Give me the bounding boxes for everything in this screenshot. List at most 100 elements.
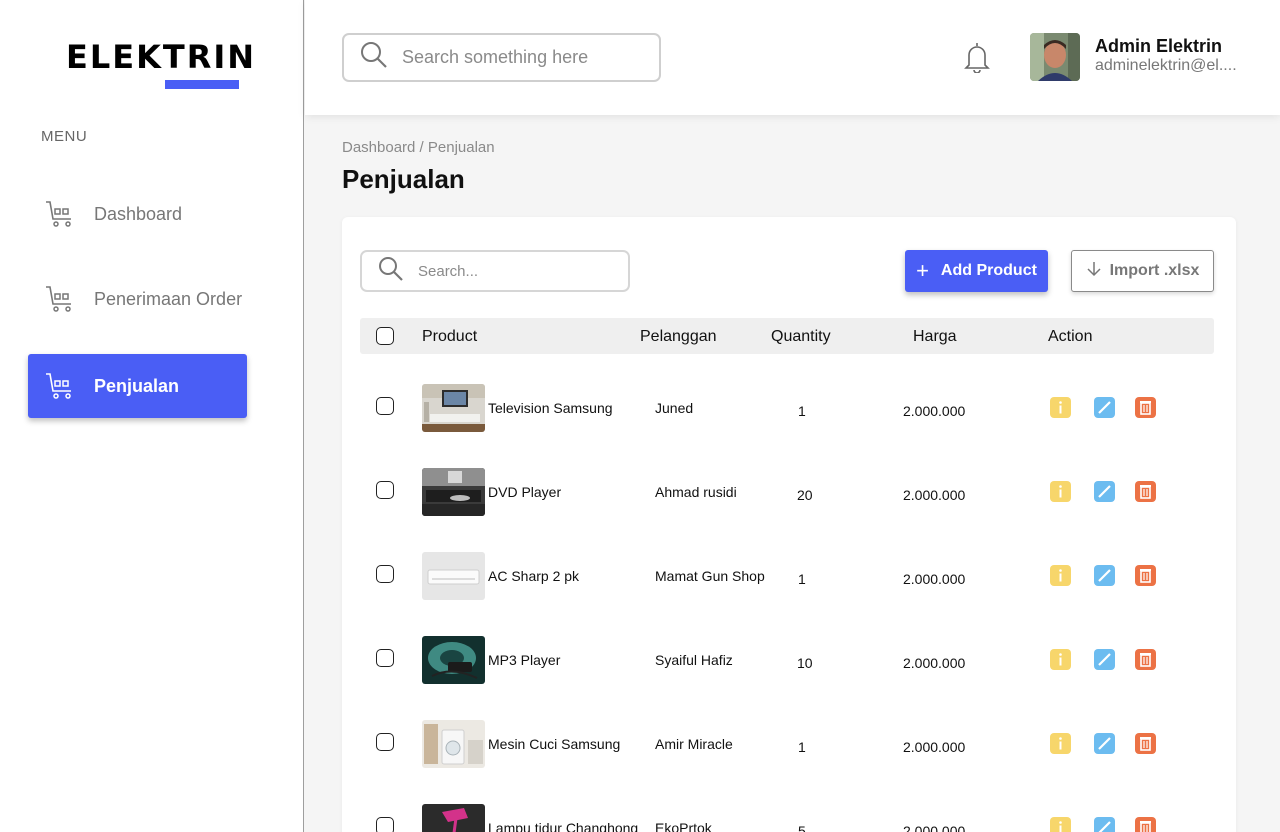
menu-title: MENU — [41, 128, 88, 145]
product-thumbnail — [422, 720, 485, 768]
edit-button[interactable] — [1094, 481, 1115, 502]
delete-button[interactable] — [1135, 481, 1156, 502]
sidebar-item-dashboard[interactable]: Dashboard — [28, 182, 247, 246]
breadcrumb: Dashboard / Penjualan — [342, 139, 495, 156]
info-icon — [1059, 737, 1062, 750]
sales-table-card: + Add Product Import .xlsx Product Pelan… — [342, 217, 1236, 832]
delete-button[interactable] — [1135, 733, 1156, 754]
sidebar-item-penjualan[interactable]: Penjualan — [28, 354, 247, 418]
quantity-value: 1 — [798, 403, 806, 419]
column-header-quantity[interactable]: Quantity — [771, 328, 831, 346]
row-checkbox[interactable] — [376, 733, 394, 751]
price-value: 2.000.000 — [903, 487, 966, 503]
delete-button[interactable] — [1135, 817, 1156, 832]
info-button[interactable] — [1050, 565, 1071, 586]
info-icon — [1059, 485, 1062, 498]
table-row: AC Sharp 2 pk Mamat Gun Shop 1 2.000.000 — [360, 532, 1214, 616]
search-icon — [378, 256, 404, 287]
edit-button[interactable] — [1094, 397, 1115, 418]
edit-button[interactable] — [1094, 817, 1115, 832]
table-row: Lampu tidur Changhong EkoPrtok 5 2.000.0… — [360, 784, 1214, 832]
edit-button[interactable] — [1094, 649, 1115, 670]
pencil-icon — [1098, 737, 1111, 750]
trash-icon — [1140, 485, 1151, 499]
sidebar: ELEKTRIN MENU Dashboard Penerimaan Order… — [0, 0, 304, 832]
pencil-icon — [1098, 485, 1111, 498]
pencil-icon — [1098, 653, 1111, 666]
sidebar-item-label: Penerimaan Order — [94, 288, 243, 309]
row-checkbox[interactable] — [376, 397, 394, 415]
row-checkbox[interactable] — [376, 649, 394, 667]
info-button[interactable] — [1050, 733, 1071, 754]
sidebar-item-penerimaan-order[interactable]: Penerimaan Order — [28, 267, 247, 331]
global-search-input[interactable] — [402, 47, 642, 68]
delete-button[interactable] — [1135, 565, 1156, 586]
table-search[interactable] — [360, 250, 630, 292]
customer-name: Amir Miracle — [655, 736, 733, 752]
table-row: Mesin Cuci Samsung Amir Miracle 1 2.000.… — [360, 700, 1214, 784]
select-all-checkbox[interactable] — [376, 327, 394, 345]
customer-name: Ahmad rusidi — [655, 484, 737, 500]
row-checkbox[interactable] — [376, 565, 394, 583]
table-search-input[interactable] — [418, 262, 608, 280]
cart-icon — [44, 200, 76, 228]
info-button[interactable] — [1050, 397, 1071, 418]
edit-button[interactable] — [1094, 565, 1115, 586]
product-thumbnail — [422, 636, 485, 684]
trash-icon — [1140, 569, 1151, 583]
trash-icon — [1140, 821, 1151, 832]
price-value: 2.000.000 — [903, 823, 966, 832]
cart-icon — [44, 372, 76, 400]
info-icon — [1059, 821, 1062, 832]
cart-icon — [44, 285, 76, 313]
info-icon — [1059, 401, 1062, 414]
search-icon — [360, 41, 388, 74]
trash-icon — [1140, 401, 1151, 415]
column-header-product[interactable]: Product — [422, 328, 477, 346]
table-row: MP3 Player Syaiful Hafiz 10 2.000.000 — [360, 616, 1214, 700]
row-checkbox[interactable] — [376, 817, 394, 832]
plus-icon: + — [916, 258, 929, 283]
trash-icon — [1140, 653, 1151, 667]
product-name: Mesin Cuci Samsung — [488, 736, 621, 752]
pencil-icon — [1098, 821, 1111, 832]
column-header-harga[interactable]: Harga — [913, 328, 957, 346]
user-name: Admin Elektrin — [1095, 36, 1223, 56]
customer-name: EkoPrtok — [655, 820, 712, 832]
user-email: adminelektrin@el.... — [1095, 57, 1237, 74]
pencil-icon — [1098, 569, 1111, 582]
top-header: Admin Elektrin adminelektrin@el.... — [305, 0, 1280, 115]
customer-name: Mamat Gun Shop — [655, 568, 765, 584]
customer-name: Juned — [655, 400, 694, 416]
table-row: DVD Player Ahmad rusidi 20 2.000.000 — [360, 448, 1214, 532]
row-checkbox[interactable] — [376, 481, 394, 499]
price-value: 2.000.000 — [903, 571, 966, 587]
quantity-value: 1 — [798, 739, 806, 755]
import-xlsx-button[interactable]: Import .xlsx — [1071, 250, 1214, 292]
product-thumbnail — [422, 552, 485, 600]
product-name: Television Samsung — [488, 400, 613, 416]
info-button[interactable] — [1050, 817, 1071, 832]
add-product-button[interactable]: + Add Product — [905, 250, 1048, 292]
bell-icon[interactable] — [963, 41, 991, 74]
import-xlsx-label: Import .xlsx — [1109, 262, 1200, 279]
product-name: Lampu tidur Changhong — [488, 820, 639, 832]
info-button[interactable] — [1050, 649, 1071, 670]
page-title: Penjualan — [342, 164, 465, 194]
avatar[interactable] — [1030, 33, 1080, 81]
table-header: Product Pelanggan Quantity Harga Action — [360, 318, 1214, 354]
edit-button[interactable] — [1094, 733, 1115, 754]
quantity-value: 10 — [797, 655, 813, 671]
sidebar-item-label: Penjualan — [94, 375, 180, 396]
sidebar-item-label: Dashboard — [94, 203, 183, 224]
delete-button[interactable] — [1135, 649, 1156, 670]
quantity-value: 5 — [798, 823, 806, 832]
trash-icon — [1140, 737, 1151, 751]
quantity-value: 20 — [797, 487, 813, 503]
product-thumbnail — [422, 468, 485, 516]
column-header-pelanggan[interactable]: Pelanggan — [640, 328, 717, 346]
delete-button[interactable] — [1135, 397, 1156, 418]
info-button[interactable] — [1050, 481, 1071, 502]
price-value: 2.000.000 — [903, 655, 966, 671]
global-search[interactable] — [342, 33, 661, 82]
